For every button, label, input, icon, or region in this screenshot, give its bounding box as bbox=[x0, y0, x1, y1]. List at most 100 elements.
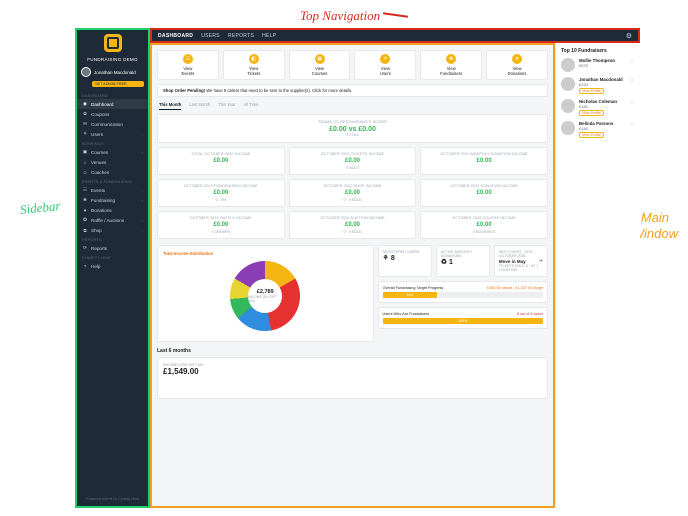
alert-text: We have 5 orders that need to be sent to… bbox=[205, 88, 352, 93]
tab-this-year[interactable]: This Year bbox=[218, 102, 235, 110]
shop-order-alert[interactable]: Shop Order Pending! We have 5 orders tha… bbox=[157, 84, 548, 97]
stat-card: OCTOBER 2020 FUNDRAISING INCOME£0.000 · … bbox=[157, 179, 285, 207]
progress-label: Users Who Are Fundraisers bbox=[383, 312, 430, 316]
sidebar-item-events[interactable]: ☷Events› bbox=[77, 185, 148, 195]
stat-label: OCTOBER 2020 DONATION INCOME bbox=[425, 184, 543, 188]
go-icon[interactable]: ➜ bbox=[539, 258, 543, 264]
below-top: ☷ViewEvents◧ViewTickets ▣ ViewCourses ⚘View… bbox=[150, 43, 640, 508]
fundraiser-row[interactable]: Belinda Parsons£140View Profile☆ bbox=[561, 121, 635, 138]
nav-section-heading: EVENTS & FUNDRAISING bbox=[77, 177, 148, 185]
alert-bold: Shop Order Pending! bbox=[163, 88, 205, 93]
quick-icon: ▣ bbox=[315, 54, 325, 64]
stat-value: £0.00 bbox=[294, 190, 412, 196]
nav-icon: ✿ bbox=[82, 111, 88, 117]
tab-last-month[interactable]: Last Month bbox=[189, 102, 210, 110]
topnav-help[interactable]: HELP bbox=[262, 33, 276, 39]
view-profile-badge[interactable]: View Profile bbox=[579, 132, 604, 138]
quick-actions-row: ☷ViewEvents◧ViewTickets ▣ ViewCourses ⚘View… bbox=[157, 50, 548, 80]
stat-card: OCTOBER 2020 TICKETS INCOME£0.000 SOLD bbox=[289, 147, 417, 175]
sidebar: FUNDRAISING DEMO Jonathan Macdonald SET … bbox=[75, 28, 150, 508]
nav-label: Communication bbox=[91, 122, 123, 127]
nav-icon: ▣ bbox=[82, 149, 88, 155]
sidebar-item-reports[interactable]: ⟳Reports bbox=[77, 243, 148, 253]
sidebar-item-dashboard[interactable]: ◉Dashboard bbox=[77, 99, 148, 109]
tab-this-month[interactable]: This Month bbox=[159, 102, 181, 110]
nav-icon: ? bbox=[82, 263, 88, 269]
income-distribution-card: Total Income Distribution £2,789 INCOME … bbox=[157, 245, 374, 342]
last-6-months: Last 6 months INCOME LESS GIFT AID £1,54… bbox=[157, 348, 548, 399]
kpi-label: ACTIVE MONTHLY DONATIONS bbox=[441, 250, 485, 258]
topnav-users[interactable]: USERS bbox=[201, 33, 220, 39]
user-role-badge[interactable]: SET ADMIN FREE bbox=[92, 81, 144, 87]
kpi-next-event[interactable]: NEXT EVENT · 31ST OCTOBER 2020 Move in M… bbox=[494, 245, 548, 277]
star-icon[interactable]: ☆ bbox=[630, 77, 635, 84]
chevron-right-icon: › bbox=[142, 218, 143, 223]
fundraiser-row[interactable]: Nicholas Coleman£160View Profile☆ bbox=[561, 99, 635, 116]
sidebar-item-venues[interactable]: ⌂Venues bbox=[77, 157, 148, 167]
sidebar-item-users[interactable]: ⚘Users› bbox=[77, 129, 148, 139]
summary-value: £0.00 vs £0.00 bbox=[163, 126, 542, 133]
sidebar-item-coaches[interactable]: ☺Coaches bbox=[77, 167, 148, 177]
brand-name: FUNDRAISING DEMO bbox=[77, 57, 148, 62]
fundraising-target-card: Overall Fundraising Target Progress£460.… bbox=[378, 281, 548, 303]
main-window: ☷ViewEvents◧ViewTickets ▣ ViewCourses ⚘View… bbox=[150, 43, 555, 508]
logo-wrap bbox=[77, 30, 148, 57]
nav-icon: ✪ bbox=[82, 217, 88, 223]
quick-view-fundraisers[interactable]: ❀ViewFundraisers bbox=[420, 50, 482, 80]
nav-icon: ⌂ bbox=[82, 159, 88, 165]
chevron-right-icon: › bbox=[142, 228, 143, 233]
sidebar-item-fundraising[interactable]: ❀Fundraising› bbox=[77, 195, 148, 205]
nav-icon: ✉ bbox=[82, 121, 88, 127]
period-tabs: This Month Last Month This Year All Time bbox=[157, 102, 548, 110]
last6-value: £1,549.00 bbox=[163, 367, 542, 376]
view-profile-badge[interactable]: View Profile bbox=[579, 88, 604, 94]
tab-all-time[interactable]: All Time bbox=[244, 102, 259, 110]
stat-sub: 0 · 0 SOLD bbox=[294, 230, 412, 234]
sidebar-item-donations[interactable]: ♥Donations bbox=[77, 205, 148, 215]
chevron-right-icon: › bbox=[142, 150, 143, 155]
top-fundraisers-heading: Top 10 Fundraisers bbox=[561, 48, 635, 54]
chevron-right-icon: › bbox=[142, 132, 143, 137]
settings-gear-icon[interactable]: ⚙ bbox=[626, 32, 632, 40]
stat-card: TOTAL OCTOBER 2020 INCOME£0.00 bbox=[157, 147, 285, 175]
topnav-reports[interactable]: REPORTS bbox=[228, 33, 254, 39]
quick-view-donations[interactable]: ♥ViewDonations bbox=[486, 50, 548, 80]
topnav-dashboard[interactable]: DASHBOARD bbox=[158, 33, 193, 39]
powered-by: Powered with ♥ by Charity Hive bbox=[77, 492, 148, 506]
nav-icon: ☷ bbox=[82, 187, 88, 193]
quick-view-users[interactable]: ⚘ViewUsers bbox=[354, 50, 416, 80]
nav-label: Users bbox=[91, 132, 103, 137]
fundraiser-row[interactable]: Mollie Thompson£975☆ bbox=[561, 58, 635, 72]
quick-view-events[interactable]: ☷ViewEvents bbox=[157, 50, 219, 80]
view-profile-badge[interactable]: View Profile bbox=[579, 110, 604, 116]
stat-value: £0.00 bbox=[425, 190, 543, 196]
sidebar-item-raffle-auctions[interactable]: ✪Raffle / Auctions› bbox=[77, 215, 148, 225]
stat-sub: 0 · 0 SOLD bbox=[294, 198, 412, 202]
sidebar-item-communication[interactable]: ✉Communication bbox=[77, 119, 148, 129]
quick-label: ViewDonations bbox=[489, 66, 545, 76]
star-icon[interactable]: ☆ bbox=[630, 58, 635, 65]
sidebar-item-shop[interactable]: ⧉Shop› bbox=[77, 225, 148, 235]
stat-value: £0.00 bbox=[162, 190, 280, 196]
stat-sub: 0 ORDERS bbox=[162, 230, 280, 234]
star-icon[interactable]: ☆ bbox=[630, 121, 635, 128]
stat-card: OCTOBER 2020 RAFFLE INCOME£0.000 ORDERS bbox=[157, 211, 285, 239]
stat-label: OCTOBER 2020 FUNDRAISING INCOME bbox=[162, 184, 280, 188]
star-icon[interactable]: ☆ bbox=[630, 99, 635, 106]
current-user[interactable]: Jonathan Macdonald bbox=[77, 65, 148, 79]
donut-chart: £2,789 INCOME (EX GIFT AID) bbox=[230, 261, 300, 331]
summary-label: TEAMS VS RESTAURANT'S SCORE bbox=[163, 120, 542, 124]
sidebar-item-help[interactable]: ?Help bbox=[77, 261, 148, 271]
sidebar-item-courses[interactable]: ▣Courses› bbox=[77, 147, 148, 157]
quick-view-courses[interactable]: ▣ ViewCourses bbox=[289, 50, 351, 80]
stat-sub: 0 BOOKINGS bbox=[425, 230, 543, 234]
top-navigation: DASHBOARD USERS REPORTS HELP ⚙ bbox=[150, 28, 640, 43]
fundraiser-row[interactable]: Jonathan Macdonald£220View Profile☆ bbox=[561, 77, 635, 94]
sidebar-item-coupons[interactable]: ✿Coupons bbox=[77, 109, 148, 119]
app-logo-icon bbox=[104, 34, 122, 52]
kpi-monthly-donations: ACTIVE MONTHLY DONATIONS ♻1 bbox=[436, 245, 490, 277]
quick-view-tickets[interactable]: ◧ViewTickets bbox=[223, 50, 285, 80]
nav-icon: ♥ bbox=[82, 207, 88, 213]
quick-label: ViewCourses bbox=[292, 66, 348, 76]
avatar-icon bbox=[81, 67, 91, 77]
